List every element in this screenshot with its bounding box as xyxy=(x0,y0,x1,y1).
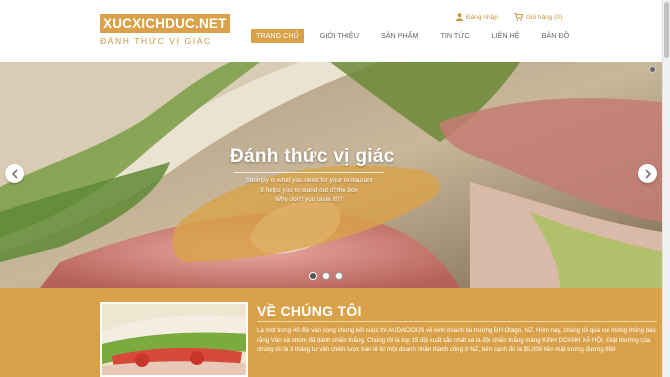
login-label: Đăng nhập xyxy=(466,13,498,21)
hero-caption: Đánh thức vị giác Shrimpy is what you ne… xyxy=(230,146,410,205)
user-icon xyxy=(456,13,463,21)
nav-item-contact[interactable]: LIÊN HỆ xyxy=(492,29,520,43)
scrollbar-thumb[interactable] xyxy=(664,2,669,58)
slider-corner-indicator xyxy=(649,66,656,73)
login-link[interactable]: Đăng nhập xyxy=(456,13,498,21)
slider-dot-2[interactable] xyxy=(322,272,330,280)
slider-dot-1[interactable] xyxy=(309,272,317,280)
hero-title: Đánh thức vị giác xyxy=(230,146,395,167)
nav-item-about[interactable]: GIỚI THIỆU xyxy=(320,29,359,43)
nav-item-map[interactable]: BẢN ĐỒ xyxy=(542,29,570,43)
main-nav: TRANG CHỦ GIỚI THIỆU SẢN PHẨM TIN TỨC LI… xyxy=(251,29,591,43)
about-divider xyxy=(257,321,657,322)
hero-divider xyxy=(234,172,384,173)
cart-icon xyxy=(514,13,523,21)
chevron-left-icon xyxy=(11,168,18,179)
slider-next-button[interactable] xyxy=(638,164,657,183)
logo-tagline: ĐÁNH THỨC VỊ GIÁC xyxy=(100,36,212,46)
logo-brand: XUCXICHDUC.NET xyxy=(100,14,230,33)
chevron-right-icon xyxy=(644,168,651,179)
about-sandwich-image xyxy=(102,304,246,375)
hero-text: Shrimpy is what you need for your restau… xyxy=(234,176,384,205)
slider-dot-3[interactable] xyxy=(335,272,343,280)
cart-label: Giỏ hàng (0) xyxy=(526,13,563,21)
nav-item-products[interactable]: SẢN PHẨM xyxy=(381,29,419,43)
hero-line-2: It helps you to stand out of the box xyxy=(260,186,358,194)
slider-dots xyxy=(309,272,348,280)
hero-line-3: Why don't you taste it!!? xyxy=(274,196,343,203)
page-scrollbar[interactable] xyxy=(662,0,670,377)
about-image xyxy=(100,302,248,377)
nav-item-news[interactable]: TIN TỨC xyxy=(440,29,469,43)
site-logo[interactable]: XUCXICHDUC.NET ĐÁNH THỨC VỊ GIÁC xyxy=(100,14,230,46)
about-title: VỀ CHÚNG TÔI xyxy=(257,303,362,319)
site-header: XUCXICHDUC.NET ĐÁNH THỨC VỊ GIÁC Đăng nh… xyxy=(0,0,662,62)
about-section: VỀ CHÚNG TÔI Là một trong 40 đội vào vòn… xyxy=(0,288,662,377)
slider-prev-button[interactable] xyxy=(5,164,24,183)
hero-line-1: Shrimpy is what you need for your restau… xyxy=(245,177,373,184)
nav-item-home[interactable]: TRANG CHỦ xyxy=(251,29,304,43)
about-text: Là một trong 40 đội vào vòng chung kết c… xyxy=(257,327,656,354)
hero-slider: Đánh thức vị giác Shrimpy is what you ne… xyxy=(0,62,662,288)
cart-link[interactable]: Giỏ hàng (0) xyxy=(514,13,562,21)
